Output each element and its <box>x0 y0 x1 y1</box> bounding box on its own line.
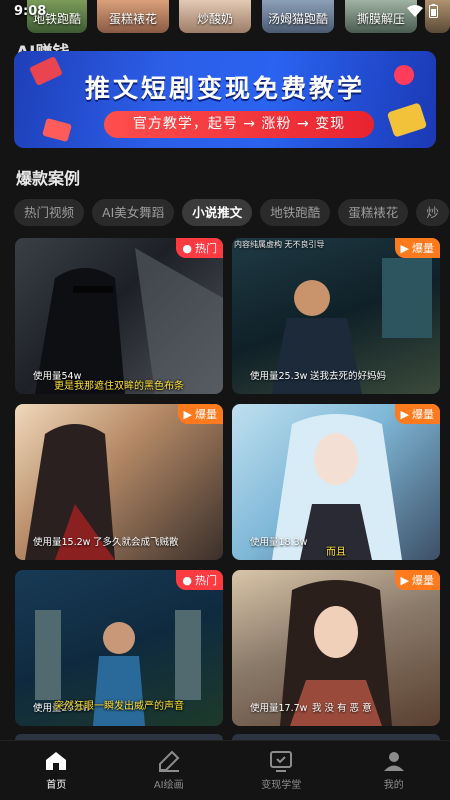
tab-hot-videos[interactable]: 热门视频 <box>14 199 85 226</box>
play-icon: ▶ <box>400 241 409 255</box>
fire-icon: ● <box>182 241 192 255</box>
nav-label: 变现学堂 <box>261 780 302 791</box>
banner-decoration <box>42 117 72 143</box>
status-time: 9:08 <box>14 4 47 19</box>
strip-card-cake[interactable]: 蛋糕裱花 <box>97 0 169 33</box>
case-card[interactable]: ▶ 爆量 使用量18.3w 而且 <box>232 404 440 560</box>
tab-subway[interactable]: 地铁跑酷 <box>260 199 331 226</box>
nav-home[interactable]: 首页 <box>0 741 113 800</box>
strip-card-label: 炒酸奶 <box>196 12 233 26</box>
play-icon: ▶ <box>400 407 409 421</box>
tab-ai-dance[interactable]: AI美女舞蹈 <box>92 199 175 226</box>
home-icon <box>46 752 67 770</box>
case-card[interactable]: ▶ 爆量 使用量15.2w 了多久就会成飞贼散 <box>15 404 223 560</box>
nav-ai-drawing[interactable]: AI绘画 <box>113 741 226 800</box>
case-card[interactable]: ● 热门 使用量54w 更是我那遮住双眸的黑色布条 <box>15 238 223 394</box>
usage-count: 使用量15.2w <box>33 537 91 548</box>
play-icon: ▶ <box>183 407 192 421</box>
boom-badge: ▶ 爆量 <box>177 404 223 424</box>
subtitle-caption: 送我去死的好妈妈 <box>310 371 387 382</box>
battery-icon <box>429 4 438 18</box>
user-icon <box>383 752 404 771</box>
tab-cake[interactable]: 蛋糕裱花 <box>338 199 409 226</box>
wifi-icon <box>407 5 423 17</box>
subtitle-caption: 我 没 有 恶 意 <box>312 703 372 714</box>
classroom-icon <box>270 751 293 772</box>
play-icon: ▶ <box>400 573 409 587</box>
tab-more[interactable]: 炒 <box>416 199 449 226</box>
strip-card-label: 蛋糕裱花 <box>108 12 157 26</box>
bottom-navigation: 首页 AI绘画 变现学堂 我的 <box>0 740 450 800</box>
nav-label: 首页 <box>46 780 67 791</box>
tab-novel[interactable]: 小说推文 <box>182 199 253 226</box>
disclaimer-note: 内容纯属虚构 无不良引导 <box>234 240 325 249</box>
section-title-hits: 爆款案例 <box>16 169 81 188</box>
usage-count: 使用量25.3w <box>250 371 308 382</box>
nav-label: 我的 <box>383 780 404 791</box>
hot-badge: ● 热门 <box>176 238 223 258</box>
subtitle-caption: 了多久就会成飞贼散 <box>93 537 179 548</box>
subtitle-caption: 突然狂眼一瞬发出威严的声音 <box>54 701 184 712</box>
banner-pill: 官方教学，起号 → 涨粉 → 变现 <box>104 111 374 138</box>
boom-badge: ▶ 爆量 <box>394 238 440 258</box>
promo-banner[interactable]: 推文短剧变现免费教学 官方教学，起号 → 涨粉 → 变现 <box>14 51 436 148</box>
strip-card-tomcat[interactable]: 汤姆猫跑酷 <box>262 0 334 33</box>
case-card[interactable]: ▶ 爆量 使用量17.7w 我 没 有 恶 意 <box>232 570 440 726</box>
nav-profile[interactable]: 我的 <box>338 741 450 800</box>
case-card[interactable]: 内容纯属虚构 无不良引导 ▶ 爆量 使用量25.3w 送我去死的好妈妈 <box>232 238 440 394</box>
strip-card-label: 撕膜解压 <box>356 12 405 26</box>
fire-icon: ● <box>182 573 192 587</box>
nav-label: AI绘画 <box>153 780 184 791</box>
subtitle-caption: 更是我那遮住双眸的黑色布条 <box>54 381 184 392</box>
usage-count: 使用量17.7w <box>250 703 308 714</box>
strip-card-label: 汤姆猫跑酷 <box>267 12 328 26</box>
nav-classroom[interactable]: 变现学堂 <box>225 741 338 800</box>
brush-icon <box>158 750 180 772</box>
hot-badge: ● 热门 <box>176 570 223 590</box>
subtitle-caption: 而且 <box>326 547 346 558</box>
status-icons <box>407 4 438 18</box>
banner-title: 推文短剧变现免费教学 <box>84 74 365 103</box>
boom-badge: ▶ 爆量 <box>394 404 440 424</box>
banner-decoration <box>386 102 428 138</box>
category-strip: 地铁跑酷 蛋糕裱花 炒酸奶 汤姆猫跑酷 撕膜解压 <box>0 0 450 36</box>
case-card[interactable]: ● 热门 使用量29.5w 突然狂眼一瞬发出威严的声音 <box>15 570 223 726</box>
category-tabs: 热门视频 AI美女舞蹈 小说推文 地铁跑酷 蛋糕裱花 炒 <box>14 199 449 227</box>
boom-badge: ▶ 爆量 <box>394 570 440 590</box>
strip-card-yogurt[interactable]: 炒酸奶 <box>179 0 251 33</box>
